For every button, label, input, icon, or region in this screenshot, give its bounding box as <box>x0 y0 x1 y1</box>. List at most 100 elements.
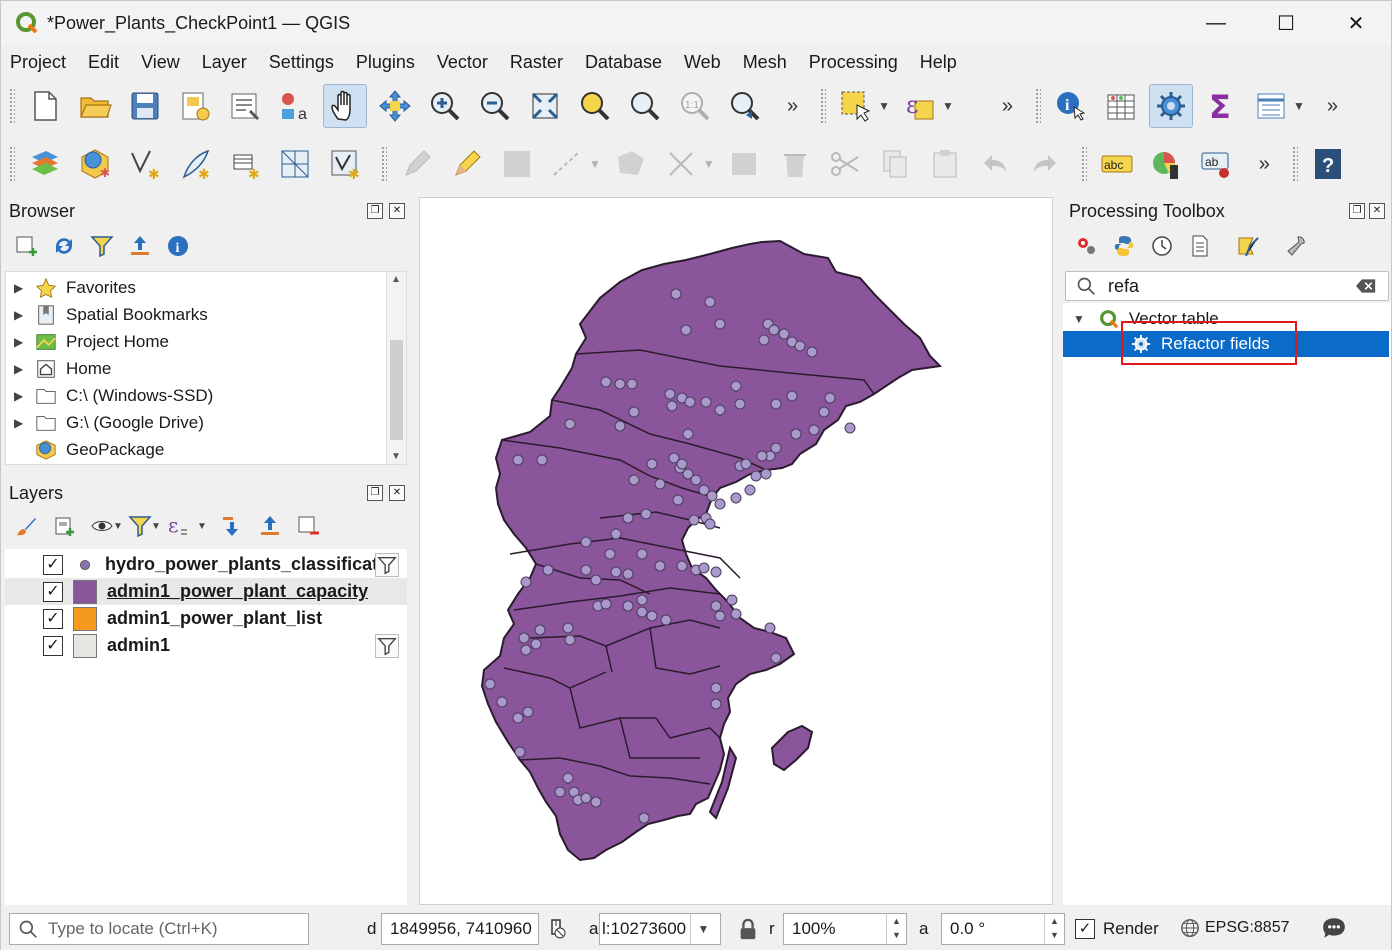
expand-arrow-icon[interactable]: ▶ <box>14 281 26 295</box>
modify-attributes-button[interactable] <box>723 142 767 186</box>
vertex-tool-button[interactable] <box>659 142 703 186</box>
zoom-native-button[interactable]: 1:1 <box>673 84 717 128</box>
scroll-up-arrow-icon[interactable]: ▲ <box>391 274 401 285</box>
browser-item-g-drive[interactable]: ▶ G:\ (Google Drive) <box>6 409 204 436</box>
scale-combo[interactable]: l:10273600 ▼ <box>599 913 721 945</box>
layer-row-admin1-power-plant-capacity[interactable]: ✓ admin1_power_plant_capacity <box>5 578 407 605</box>
filter-by-expression-button[interactable]: ε <box>163 511 193 541</box>
add-polygon-button[interactable] <box>609 142 653 186</box>
processing-toolbox-button[interactable] <box>1149 84 1194 128</box>
models-button[interactable] <box>1071 231 1101 261</box>
menu-view[interactable]: View <box>141 52 180 73</box>
browser-float-button[interactable]: ❐ <box>367 203 383 219</box>
edit-features-in-place-button[interactable] <box>1233 231 1263 261</box>
browser-item-project-home[interactable]: ▶ Project Home <box>6 328 169 355</box>
vertex-dropdown-arrow[interactable]: ▼ <box>703 157 715 171</box>
zoom-last-button[interactable] <box>723 84 767 128</box>
menu-vector[interactable]: Vector <box>437 52 488 73</box>
map-canvas[interactable] <box>419 197 1053 905</box>
menu-layer[interactable]: Layer <box>202 52 247 73</box>
menu-mesh[interactable]: Mesh <box>743 52 787 73</box>
locator-search-field[interactable]: Type to locate (Ctrl+K) <box>9 913 309 945</box>
lock-scale-button[interactable] <box>737 917 761 941</box>
toolbox-search-input[interactable]: refa <box>1108 276 1139 297</box>
toolbox-options-button[interactable] <box>1281 231 1311 261</box>
collapse-all-button[interactable] <box>255 511 285 541</box>
coordinate-field[interactable]: 1849956, 7410960 <box>381 913 539 945</box>
zoom-to-layer-button[interactable] <box>623 84 667 128</box>
zoom-in-button[interactable] <box>423 84 467 128</box>
rotation-spinner[interactable]: ▲ ▼ <box>1044 914 1064 944</box>
paste-features-button[interactable] <box>923 142 967 186</box>
history-button[interactable] <box>1147 231 1177 261</box>
toggle-editing-button[interactable] <box>445 142 489 186</box>
layer-visibility-checkbox[interactable]: ✓ <box>43 554 63 575</box>
messages-button[interactable] <box>1321 915 1349 943</box>
menu-project[interactable]: Project <box>10 52 66 73</box>
copy-features-button[interactable] <box>873 142 917 186</box>
expand-arrow-icon[interactable]: ▶ <box>14 335 26 349</box>
add-group-button[interactable] <box>49 511 79 541</box>
delete-selected-button[interactable] <box>773 142 817 186</box>
layer-styling-button[interactable] <box>11 511 41 541</box>
browser-scrollbar[interactable]: ▲ ▼ <box>386 272 406 464</box>
diagram-options-button[interactable] <box>1145 142 1189 186</box>
cut-features-button[interactable] <box>823 142 867 186</box>
new-shapefile-layer-button[interactable]: ✱ <box>123 142 167 186</box>
zoom-to-selection-button[interactable] <box>573 84 617 128</box>
results-viewer-button[interactable] <box>1185 231 1215 261</box>
menu-database[interactable]: Database <box>585 52 662 73</box>
data-source-manager-button[interactable] <box>23 142 67 186</box>
rotation-field[interactable]: 0.0 ° ▲ ▼ <box>941 913 1065 945</box>
expand-arrow-icon[interactable]: ▶ <box>14 362 26 376</box>
scripts-button[interactable] <box>1109 231 1139 261</box>
filter-indicator-icon[interactable] <box>375 634 399 658</box>
menu-processing[interactable]: Processing <box>809 52 898 73</box>
magnifier-field[interactable]: 100% ▲ ▼ <box>783 913 907 945</box>
maximize-button[interactable]: ☐ <box>1251 1 1321 45</box>
browser-item-c-drive[interactable]: ▶ C:\ (Windows-SSD) <box>6 382 213 409</box>
minimize-button[interactable]: — <box>1181 1 1251 45</box>
select-dropdown-arrow[interactable]: ▼ <box>878 99 890 113</box>
layers-float-button[interactable]: ❐ <box>367 485 383 501</box>
browser-item-favorites[interactable]: ▶ Favorites <box>6 274 136 301</box>
browser-item-geopackage[interactable]: GeoPackage <box>6 436 164 463</box>
redo-button[interactable] <box>1023 142 1067 186</box>
layer-row-admin1[interactable]: ✓ admin1 <box>5 632 407 659</box>
browser-scroll-thumb[interactable] <box>390 340 403 440</box>
label-toolbar-button[interactable]: ab <box>1195 142 1239 186</box>
table-dropdown-arrow[interactable]: ▼ <box>1293 99 1305 113</box>
layer-visibility-checkbox[interactable]: ✓ <box>43 635 63 656</box>
identify-features-button[interactable]: i <box>1049 84 1093 128</box>
layer-labeling-button[interactable]: abc <box>1095 142 1139 186</box>
scroll-down-arrow-icon[interactable]: ▼ <box>391 451 401 462</box>
toolbar-grip[interactable] <box>9 146 15 182</box>
clear-search-icon[interactable] <box>1356 278 1376 294</box>
menu-raster[interactable]: Raster <box>510 52 563 73</box>
menu-help[interactable]: Help <box>920 52 957 73</box>
open-table-options-button[interactable] <box>1249 84 1293 128</box>
layer-visibility-checkbox[interactable]: ✓ <box>43 581 63 602</box>
menu-edit[interactable]: Edit <box>88 52 119 73</box>
menu-web[interactable]: Web <box>684 52 721 73</box>
new-temporary-layer-button[interactable]: ✱ <box>323 142 367 186</box>
toolbox-float-button[interactable]: ❐ <box>1349 203 1365 219</box>
help-button[interactable]: ? <box>1306 142 1350 186</box>
new-geopackage-layer-button[interactable]: ✱ <box>73 142 117 186</box>
toolbar-grip[interactable] <box>9 88 15 124</box>
browser-collapse-button[interactable] <box>125 231 155 261</box>
expand-arrow-icon[interactable]: ▶ <box>14 308 26 322</box>
toolbar-grip[interactable] <box>1291 146 1298 182</box>
layers-close-button[interactable]: ✕ <box>389 485 405 501</box>
layer-visibility-checkbox[interactable]: ✓ <box>43 608 63 629</box>
expand-arrow-icon[interactable]: ▶ <box>14 416 26 430</box>
toggle-extents-button[interactable] <box>545 917 569 941</box>
menu-settings[interactable]: Settings <box>269 52 334 73</box>
toolbar-overflow-3[interactable]: » <box>1327 95 1338 118</box>
save-project-button[interactable] <box>123 84 167 128</box>
new-spatialite-layer-button[interactable]: ✱ <box>173 142 217 186</box>
zoom-out-button[interactable] <box>473 84 517 128</box>
layer-row-hydro-power-plants[interactable]: ✓ hydro_power_plants_classificatio <box>5 551 407 578</box>
pan-to-selection-button[interactable] <box>373 84 417 128</box>
statistical-summary-button[interactable]: Σ <box>1199 84 1243 128</box>
